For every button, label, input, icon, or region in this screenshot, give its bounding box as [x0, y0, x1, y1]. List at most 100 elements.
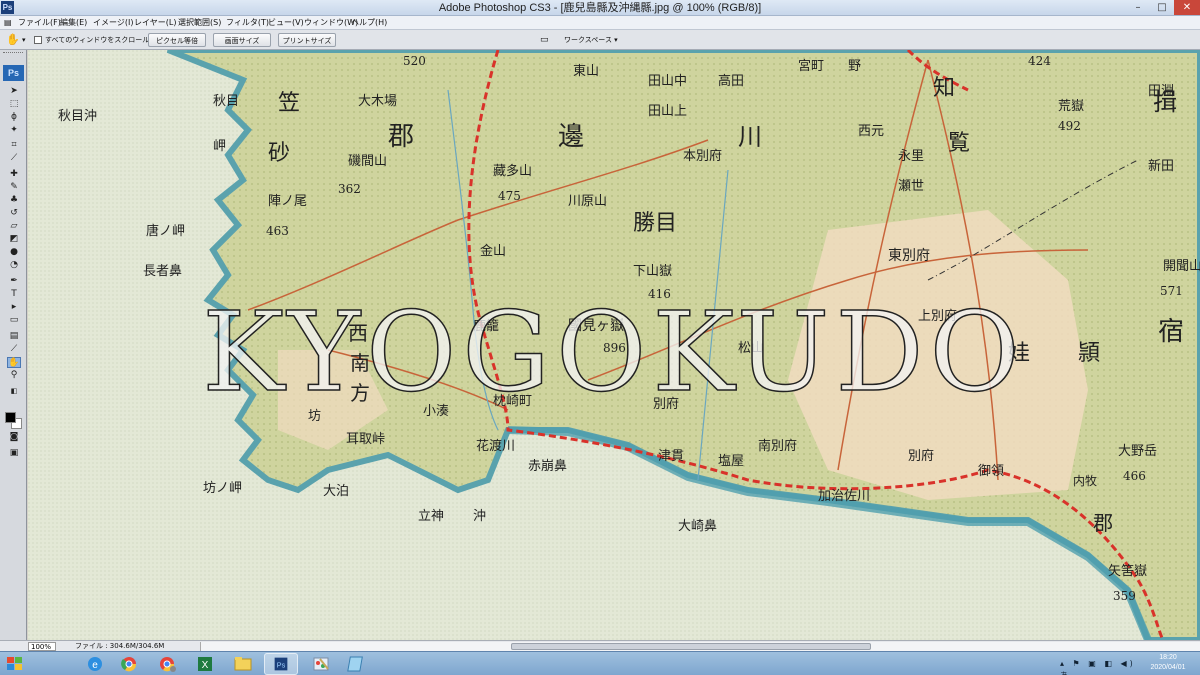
map-label: 矢筈嶽 [1108, 563, 1147, 579]
tool-preset-dropdown-icon[interactable]: ▾ [22, 33, 26, 47]
map-label: 藏多山 [493, 163, 532, 179]
svg-text:Ps: Ps [277, 661, 286, 670]
document-canvas[interactable]: 秋目沖笠砂郡大木場 磯間山 362 陣ノ尾 463 唐ノ岬 長者鼻 秋目岬坊西南方小湊 枕崎町鹿… [28, 50, 1200, 640]
map-label: 571 [1160, 284, 1183, 298]
shape-tool-icon[interactable]: ▭ [7, 315, 21, 326]
map-label: 知 [933, 76, 955, 101]
scroll-all-windows-checkbox[interactable]: すべてのウィンドウをスクロール [34, 33, 149, 47]
map-label: 466 [1123, 469, 1146, 483]
actual-pixels-button[interactable]: ピクセル等倍 [148, 33, 206, 47]
brush-tool-icon[interactable]: ✎ [7, 182, 21, 193]
gradient-tool-icon[interactable]: ◩ [7, 234, 21, 245]
default-colors-icon[interactable]: ◧ [7, 386, 21, 397]
photoshop-taskbar-icon[interactable]: Ps [264, 653, 298, 675]
workspace-menu[interactable]: ワークスペース ▾ [564, 33, 618, 47]
magic-wand-tool-icon[interactable]: ✦ [7, 125, 21, 136]
clone-stamp-tool-icon[interactable]: ♣ [7, 195, 21, 206]
menu-file[interactable]: ファイル(F) [18, 16, 61, 30]
windows-start-icon[interactable] [4, 654, 26, 674]
close-button[interactable]: ✕ [1174, 0, 1200, 15]
excel-icon[interactable]: X [188, 653, 222, 675]
map-label: 大木場 [358, 94, 397, 109]
scrollbar-thumb[interactable] [511, 643, 871, 650]
type-tool-icon[interactable]: T [7, 289, 21, 300]
taskbar-clock[interactable]: 18:20 2020/04/01 [1140, 653, 1196, 673]
slice-tool-icon[interactable]: ⟋ [7, 153, 21, 164]
clock-date: 2020/04/01 [1150, 664, 1186, 671]
notepad-icon[interactable] [340, 653, 374, 675]
history-brush-tool-icon[interactable]: ↺ [7, 208, 21, 219]
foreground-color-swatch[interactable] [5, 412, 16, 423]
minimize-button[interactable]: – [1126, 0, 1150, 15]
zoom-level-field[interactable]: 100% [28, 642, 56, 651]
map-label: 492 [1058, 119, 1081, 133]
map-label: 川 [738, 123, 762, 151]
map-label: 津貫 [658, 449, 684, 464]
map-label: 東別府 [888, 248, 930, 264]
clock-time: 18:20 [1159, 654, 1177, 661]
menu-filter[interactable]: フィルタ(T) [226, 16, 269, 30]
map-label: 花渡川 [476, 438, 515, 454]
chrome-icon[interactable] [112, 653, 146, 675]
map-label: 新田 [1148, 158, 1174, 174]
zoom-tool-icon[interactable]: ⚲ [7, 370, 21, 381]
map-label: 東山 [573, 63, 599, 79]
system-tray[interactable]: ▴ ⚑ ▣ ◧ ◀) あ [1060, 658, 1140, 675]
scroll-all-windows-label: すべてのウィンドウをスクロール [45, 36, 150, 44]
checkbox-box[interactable] [34, 36, 42, 44]
menu-layer[interactable]: レイヤー(L) [134, 16, 176, 30]
map-label: 宮町 [798, 58, 824, 74]
workspace-icon[interactable]: ▭ [540, 33, 549, 47]
hand-tool-icon[interactable]: ✋ [6, 33, 20, 47]
paint-icon[interactable] [304, 653, 338, 675]
svg-text:e: e [92, 660, 98, 671]
horizontal-scrollbar[interactable] [200, 642, 1200, 651]
map-label: 川原山 [568, 194, 607, 209]
notes-tool-icon[interactable]: ▤ [7, 331, 21, 342]
maximize-button[interactable]: □ [1150, 0, 1174, 15]
window-title: Adobe Photoshop CS3 - [鹿兒島縣及沖縄縣.jpg @ 10… [438, 2, 762, 14]
map-label: 陣ノ尾 [268, 194, 307, 209]
menu-select[interactable]: 選択範囲(S) [178, 16, 221, 30]
eyedropper-tool-icon[interactable]: ⟋ [7, 344, 21, 355]
dodge-tool-icon[interactable]: ◔ [7, 260, 21, 271]
menu-view[interactable]: ビュー(V) [268, 16, 304, 30]
move-tool-icon[interactable]: ➤ [7, 86, 21, 97]
marquee-tool-icon[interactable]: ⬚ [7, 99, 21, 110]
map-label: 別府 [908, 449, 934, 464]
svg-text:X: X [202, 660, 209, 671]
file-explorer-icon[interactable] [226, 653, 260, 675]
print-size-button[interactable]: プリントサイズ [278, 33, 336, 47]
map-label: 大野岳 [1118, 444, 1157, 459]
crop-tool-icon[interactable]: ⌗ [7, 140, 21, 151]
path-selection-tool-icon[interactable]: ▸ [7, 302, 21, 313]
map-label: 秋目 [213, 94, 239, 109]
fit-screen-button[interactable]: 画面サイズ [213, 33, 271, 47]
lasso-tool-icon[interactable]: ϕ [7, 112, 21, 123]
healing-brush-tool-icon[interactable]: ✚ [7, 169, 21, 180]
document-icon[interactable]: ▤ [4, 16, 12, 30]
toolbox-grip[interactable] [3, 52, 23, 56]
map-label: 沖 [473, 509, 486, 524]
map-label: 田淵 [1148, 84, 1174, 99]
map-label: 野 [848, 59, 861, 74]
chrome-user-icon[interactable] [150, 653, 184, 675]
photoshop-logo[interactable]: Ps [3, 65, 24, 81]
map-label: 内牧 [1073, 474, 1097, 488]
internet-explorer-icon[interactable]: e [78, 653, 112, 675]
file-size-info[interactable]: ファイル : 304.6M/304.6M [75, 641, 164, 651]
map-label: 郡 [388, 122, 414, 152]
blur-tool-icon[interactable]: ● [7, 247, 21, 258]
map-label: 開聞山 [1163, 259, 1200, 274]
eraser-tool-icon[interactable]: ▱ [7, 221, 21, 232]
map-label: 唐ノ岬 [146, 223, 185, 239]
pen-tool-icon[interactable]: ✒ [7, 276, 21, 287]
screen-mode-icon[interactable]: ▣ [7, 448, 21, 459]
map-label: 長者鼻 [143, 263, 182, 279]
menu-image[interactable]: イメージ(I) [93, 16, 133, 30]
hand-tool-icon[interactable]: ✋ [7, 357, 21, 368]
options-bar: ✋ ▾ すべてのウィンドウをスクロール ピクセル等倍 画面サイズ プリントサイズ… [0, 30, 1200, 50]
menu-edit[interactable]: 編集(E) [60, 16, 87, 30]
menu-help[interactable]: ヘルプ(H) [351, 16, 387, 30]
quick-mask-icon[interactable]: ◙ [7, 432, 21, 443]
